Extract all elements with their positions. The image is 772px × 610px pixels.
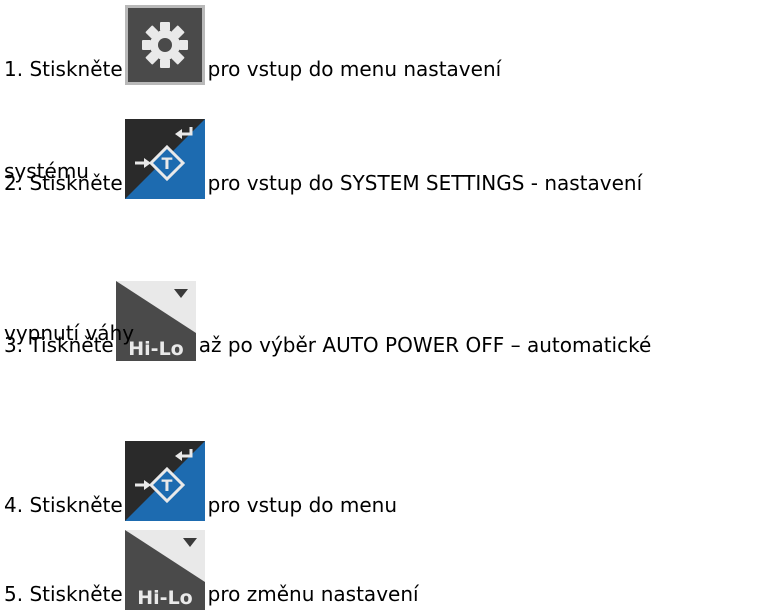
tare-enter-key-icon: T <box>124 441 205 521</box>
step-1: 1. Stiskněte pro vstup do menu nastavení <box>4 1 502 85</box>
step-5-suffix: pro změnu nastavení <box>207 582 419 606</box>
step-4-suffix: pro vstup do menu <box>207 493 397 517</box>
hilo-key-label: Hi-Lo <box>137 587 192 609</box>
tare-enter-key-icon: T <box>124 119 205 199</box>
step-5-prefix: 5. Stiskněte <box>4 582 123 606</box>
step-5: 5. Stiskněte Hi-Lo pro změnu nastavení <box>4 526 419 610</box>
step-2-suffix: pro vstup do SYSTEM SETTINGS - nastavení <box>207 171 643 195</box>
svg-text:T: T <box>161 154 172 173</box>
step-1-suffix: pro vstup do menu nastavení <box>207 57 502 81</box>
instruction-document: 1. Stiskněte pro vstup do menu nastavení <box>0 0 772 610</box>
svg-text:T: T <box>161 476 172 495</box>
step-1-prefix: 1. Stiskněte <box>4 57 123 81</box>
step-4: 4. Stiskněte T pro vstup do menu <box>4 437 397 521</box>
step-3-suffix: až po výběr AUTO POWER OFF – automatické <box>198 333 652 357</box>
gear-settings-key-icon <box>124 5 205 85</box>
hi-lo-down-key-icon: Hi-Lo <box>124 530 205 610</box>
step-3: 3. Tiskněte Hi-Lo až po výběr AUTO POWER… <box>4 277 652 361</box>
step-3-continuation: vypnutí váhy <box>4 321 135 345</box>
hilo-key-label: Hi-Lo <box>128 338 183 360</box>
step-4-prefix: 4. Stiskněte <box>4 493 123 517</box>
step-2: 2. Stiskněte T pro vstup do SYSTEM SETTI… <box>4 115 643 199</box>
step-2-continuation: systému <box>4 159 89 183</box>
